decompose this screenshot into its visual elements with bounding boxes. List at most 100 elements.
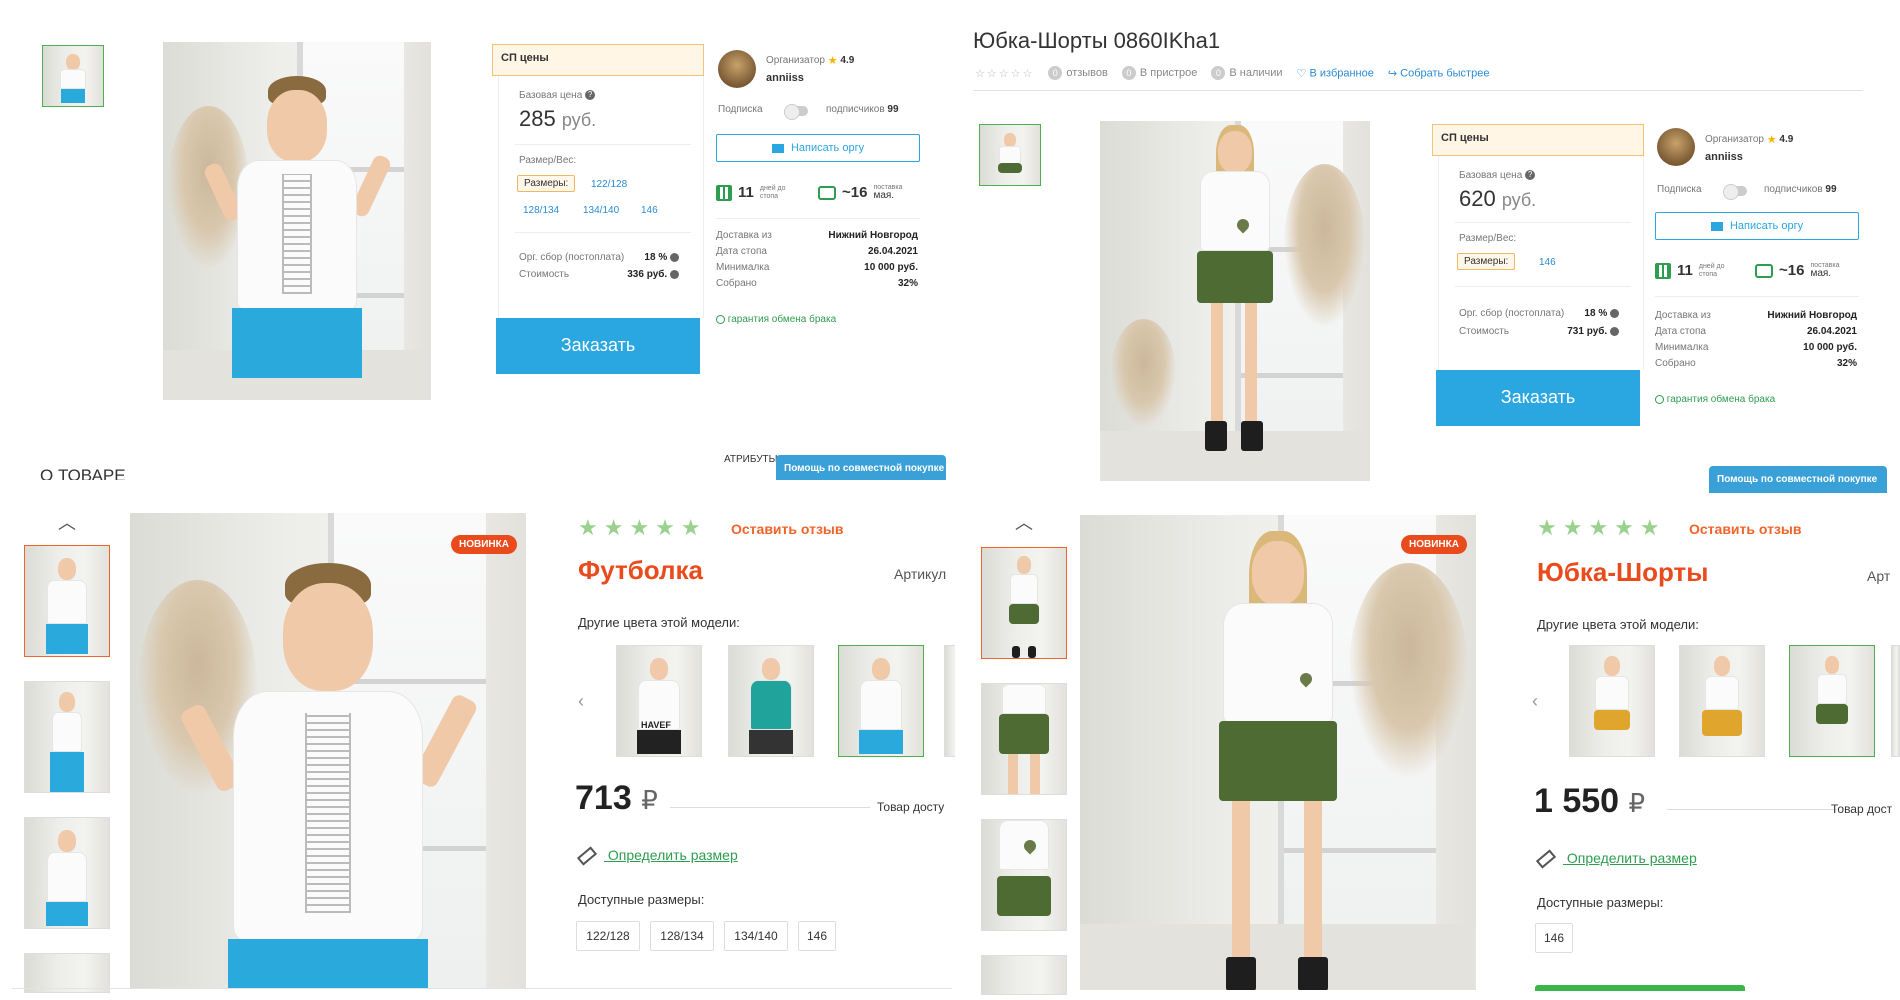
size-weight-label: Размер/Вес: <box>1459 233 1517 244</box>
product-photo[interactable] <box>1080 515 1476 990</box>
question-icon[interactable] <box>670 269 679 279</box>
leave-review-link[interactable]: Оставить отзыв <box>731 521 843 537</box>
size-option[interactable]: 122/128 <box>591 179 627 190</box>
size-option[interactable]: 146 <box>1539 257 1556 268</box>
size-guide-link[interactable]: Определить размер <box>576 846 738 866</box>
truck-icon <box>1755 263 1773 278</box>
subscription-toggle[interactable] <box>1723 184 1747 200</box>
size-option[interactable]: 128/134 <box>650 921 714 951</box>
color-swatch[interactable] <box>944 645 955 757</box>
collected-row: Собрано 32% <box>716 278 918 289</box>
gallery-thumbnail[interactable] <box>979 124 1041 186</box>
guarantee-text[interactable]: гарантия обмена брака <box>1655 394 1775 405</box>
color-swatch[interactable] <box>1891 645 1900 757</box>
help-tab[interactable]: Помощь по совместной покупке <box>776 455 946 480</box>
chevron-left-icon[interactable]: ‹ <box>578 691 584 712</box>
organizer-name[interactable]: anniiss <box>1705 151 1743 163</box>
guarantee-text[interactable]: гарантия обмена брака <box>716 314 836 325</box>
chevron-left-icon[interactable]: ‹ <box>1532 691 1538 712</box>
gallery-thumbnail[interactable] <box>981 683 1067 795</box>
org-fee-row: Орг. сбор (постоплата) 18 % <box>519 252 679 263</box>
divider <box>1455 286 1631 287</box>
organizer-rating: 4.9 <box>840 55 855 67</box>
divider <box>12 988 952 989</box>
new-badge: НОВИНКА <box>451 535 517 554</box>
gallery-thumbnail[interactable] <box>42 45 104 107</box>
size-option[interactable]: 146 <box>641 205 658 216</box>
color-swatch[interactable] <box>728 645 814 757</box>
product-price: 1 550 ₽ <box>1534 782 1646 820</box>
share-icon: ↪ <box>1387 67 1398 80</box>
top-right-panel: Юбка-Шорты 0860IKha1 ☆☆☆☆☆ 0 отзывов 0В п… <box>967 0 1900 495</box>
organizer-avatar[interactable] <box>1657 128 1695 166</box>
size-guide-link[interactable]: Определить размер <box>1535 849 1697 869</box>
gallery-thumbnail[interactable] <box>24 545 110 657</box>
price-box: Базовая цена ? 620 руб. Размер/Вес: Разм… <box>1438 156 1644 370</box>
divider <box>670 807 870 808</box>
subscription-label: Подписка <box>718 104 763 115</box>
divider <box>716 218 920 219</box>
subscribers-count: подписчиков 99 <box>1764 184 1837 195</box>
gallery-thumbnail[interactable] <box>981 547 1067 659</box>
size-option[interactable]: 146 <box>798 921 836 951</box>
gallery-thumbnail[interactable] <box>981 819 1067 931</box>
product-meta-row: ☆☆☆☆☆ 0 отзывов 0В пристрое 0В наличии ♡ … <box>975 66 1489 80</box>
delivery-estimate: ~16 поставка мая. <box>818 184 903 201</box>
rating-stars[interactable]: ★★★★★ <box>578 515 707 541</box>
collect-faster-link[interactable]: ↪ Собрать быстрее <box>1388 67 1490 80</box>
organizer-avatar[interactable] <box>718 50 756 88</box>
minimum-row: Минималка 10 000 руб. <box>1655 342 1857 353</box>
help-tab[interactable]: Помощь по совместной покупке <box>1709 466 1887 493</box>
organizer-name[interactable]: anniiss <box>766 72 804 84</box>
size-option[interactable]: 134/140 <box>724 921 788 951</box>
question-icon[interactable]: ? <box>1525 170 1536 181</box>
delivery-from-row: Доставка из Нижний Новгород <box>1655 310 1857 321</box>
color-swatch[interactable] <box>1679 645 1765 757</box>
envelope-icon <box>1710 221 1723 231</box>
product-photo[interactable] <box>163 42 431 400</box>
gallery-thumbnail[interactable] <box>24 953 110 993</box>
order-button[interactable]: Заказать <box>496 318 700 374</box>
base-price-label: Базовая цена ? <box>1459 170 1536 181</box>
order-button[interactable]: Заказать <box>1436 370 1640 426</box>
size-option[interactable]: 122/128 <box>576 921 640 951</box>
chevron-up-icon[interactable]: ︿ <box>58 509 76 535</box>
gallery-thumbnail[interactable] <box>981 955 1067 995</box>
size-option[interactable]: 128/134 <box>523 205 559 216</box>
leave-review-link[interactable]: Оставить отзыв <box>1689 521 1801 537</box>
subscription-toggle[interactable] <box>784 104 808 120</box>
product-photo[interactable] <box>130 513 526 988</box>
gallery-thumbnail[interactable] <box>24 681 110 793</box>
gallery-thumbnail[interactable] <box>24 817 110 929</box>
sizes-label-chip: Размеры: <box>517 175 576 192</box>
product-photo[interactable] <box>1100 121 1370 481</box>
divider <box>515 232 691 233</box>
question-icon[interactable] <box>1610 326 1619 336</box>
color-swatch[interactable]: HAVEF <box>616 645 702 757</box>
about-title: О ТОВАРЕ <box>40 466 126 480</box>
available-sizes-label: Доступные размеры: <box>1537 895 1664 910</box>
divider <box>1455 222 1631 223</box>
question-icon[interactable] <box>1610 308 1619 318</box>
base-price: 620 руб. <box>1459 186 1537 211</box>
color-swatch[interactable] <box>1569 645 1655 757</box>
size-option[interactable]: 146 <box>1535 923 1573 953</box>
availability-text: Товар дост <box>1831 802 1893 816</box>
chevron-up-icon[interactable]: ︿ <box>1015 509 1033 535</box>
color-swatch[interactable] <box>1789 645 1875 757</box>
rating-stars[interactable]: ★★★★★ <box>1537 515 1666 541</box>
question-icon[interactable] <box>670 252 679 262</box>
organizer-label: Организатор ★ 4.9 <box>1705 134 1794 146</box>
attributes-label[interactable]: АТРИБУТЫ <box>724 454 778 465</box>
write-organizer-button[interactable]: Написать оргу <box>716 134 920 162</box>
artikul-label: Артикул <box>894 566 947 582</box>
rating-stars[interactable]: ☆☆☆☆☆ <box>975 67 1034 80</box>
question-icon[interactable]: ? <box>585 90 596 101</box>
favorite-link[interactable]: ♡ В избранное <box>1297 67 1374 80</box>
ruler-icon <box>576 846 598 866</box>
write-organizer-button[interactable]: Написать оргу <box>1655 212 1859 240</box>
add-to-cart-button[interactable] <box>1535 985 1745 991</box>
color-swatch[interactable] <box>838 645 924 757</box>
size-option[interactable]: 134/140 <box>583 205 619 216</box>
reviews-count[interactable]: 0 отзывов <box>1048 66 1108 80</box>
